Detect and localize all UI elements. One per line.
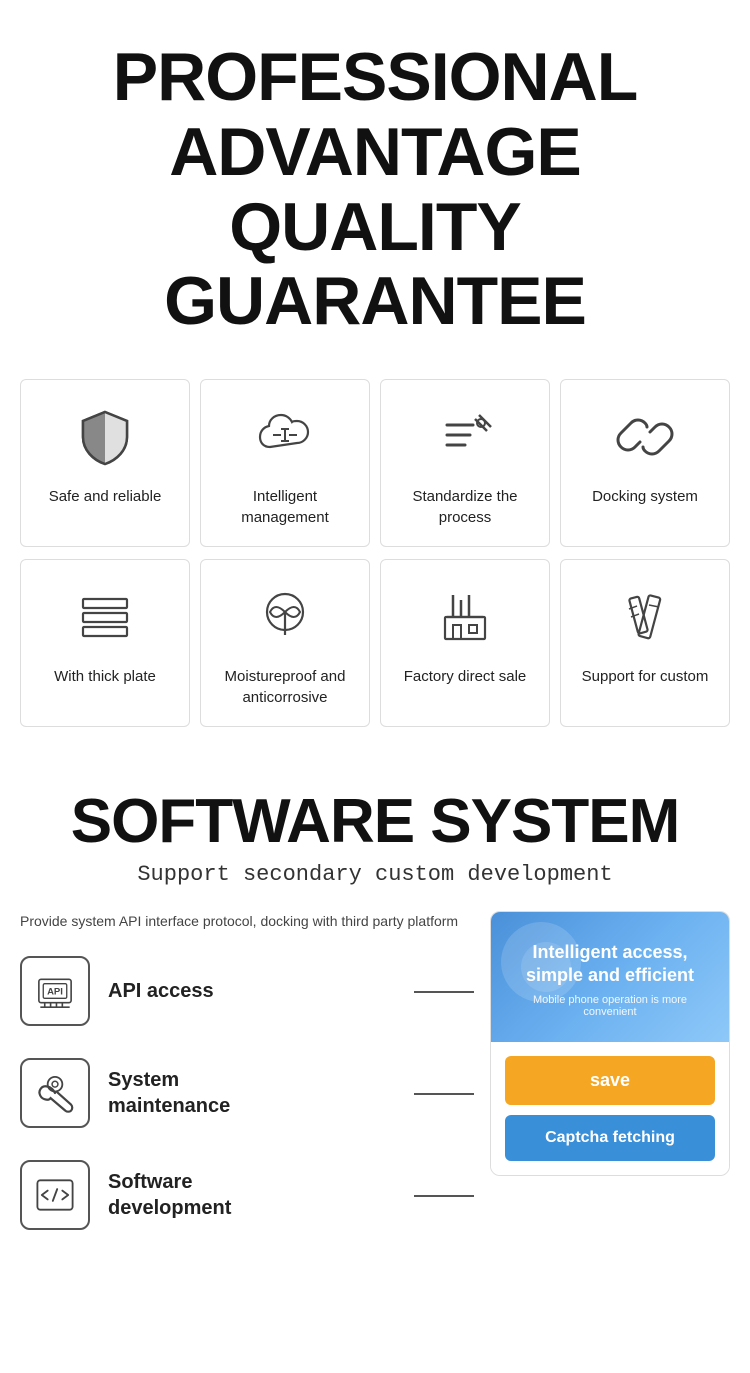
features-row-1: Safe and reliable Intelligent management <box>20 379 730 547</box>
feature-label-standardize: Standardize the process <box>391 486 539 528</box>
captcha-button[interactable]: Captcha fetching <box>505 1115 715 1161</box>
panel-top: Intelligent access, simple and efficient… <box>491 912 729 1042</box>
api-icon: API <box>20 956 90 1026</box>
feature-intelligent: Intelligent management <box>200 379 370 547</box>
feature-label-factory: Factory direct sale <box>404 666 527 687</box>
feature-label-plate: With thick plate <box>54 666 156 687</box>
save-button[interactable]: save <box>505 1056 715 1105</box>
feature-docking: Docking system <box>560 379 730 547</box>
software-subtitle: Support secondary custom development <box>20 862 730 887</box>
feature-label-intelligent: Intelligent management <box>211 486 359 528</box>
wrench-icon <box>20 1058 90 1128</box>
feature-label-docking: Docking system <box>592 486 698 507</box>
software-item-maintenance: Systemmaintenance <box>20 1058 474 1128</box>
software-section: SOFTWARE SYSTEM Support secondary custom… <box>0 759 750 1282</box>
layers-icon <box>70 582 140 652</box>
cloud-icon <box>250 402 320 472</box>
feature-standardize: Standardize the process <box>380 379 550 547</box>
checklist-icon <box>430 402 500 472</box>
factory-icon <box>430 582 500 652</box>
shield-icon <box>70 402 140 472</box>
svg-text:API: API <box>47 987 63 998</box>
pencil-ruler-icon <box>610 582 680 652</box>
panel-sub-text: Mobile phone operation is more convenien… <box>507 994 713 1018</box>
plant-icon <box>250 582 320 652</box>
connector-api <box>414 991 474 993</box>
feature-safe-reliable: Safe and reliable <box>20 379 190 547</box>
software-item-label-dev: Softwaredevelopment <box>108 1169 231 1221</box>
connector-maintenance <box>414 1093 474 1095</box>
header-section: PROFESSIONAL ADVANTAGE QUALITY GUARANTEE <box>0 0 750 369</box>
main-title: PROFESSIONAL ADVANTAGE QUALITY GUARANTEE <box>20 40 730 339</box>
link-icon <box>610 402 680 472</box>
feature-label-safe: Safe and reliable <box>49 486 162 507</box>
feature-factory: Factory direct sale <box>380 559 550 727</box>
code-icon <box>20 1160 90 1230</box>
feature-label-moisture: Moistureproof and anticorrosive <box>211 666 359 708</box>
feature-custom: Support for custom <box>560 559 730 727</box>
software-item-label-maintenance: Systemmaintenance <box>108 1067 230 1119</box>
software-desc: Provide system API interface protocol, d… <box>20 911 474 932</box>
software-left: Provide system API interface protocol, d… <box>20 911 474 1262</box>
software-content: Provide system API interface protocol, d… <box>20 911 730 1262</box>
software-item-development: Softwaredevelopment <box>20 1160 474 1230</box>
feature-label-custom: Support for custom <box>582 666 709 687</box>
software-item-label-api: API access <box>108 978 214 1004</box>
feature-moistureproof: Moistureproof and anticorrosive <box>200 559 370 727</box>
connector-dev <box>414 1195 474 1197</box>
software-right-panel: Intelligent access, simple and efficient… <box>490 911 730 1176</box>
features-row-2: With thick plate Moistureproof and antic… <box>20 559 730 727</box>
software-item-api: API API access <box>20 956 474 1026</box>
panel-main-text: Intelligent access, simple and efficient <box>507 941 713 988</box>
panel-buttons: save Captcha fetching <box>491 1042 729 1175</box>
software-title: SOFTWARE SYSTEM <box>20 789 730 854</box>
features-section: Safe and reliable Intelligent management <box>0 369 750 759</box>
feature-thick-plate: With thick plate <box>20 559 190 727</box>
